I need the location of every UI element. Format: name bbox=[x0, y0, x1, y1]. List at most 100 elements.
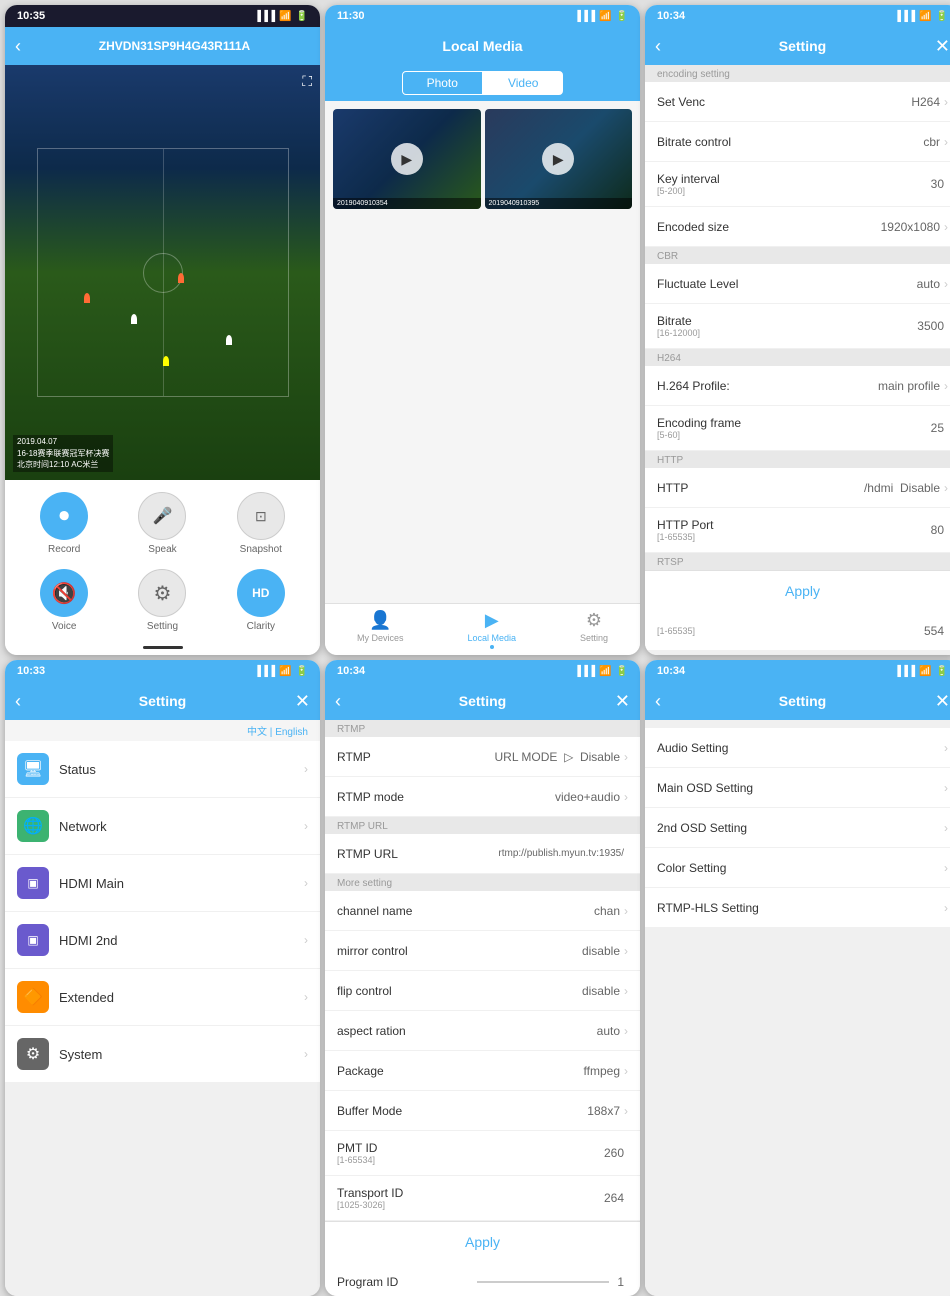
rtmp-row[interactable]: RTMP URL MODE ▷ Disable › bbox=[325, 737, 640, 777]
play-button-2[interactable]: ▶ bbox=[542, 143, 574, 175]
status-icons-1: ▐▐▐ 📶 🔋 bbox=[254, 11, 308, 22]
menu-hdmi-2nd[interactable]: ▣ HDMI 2nd › bbox=[5, 912, 320, 969]
color-close-icon[interactable]: ✕ bbox=[926, 691, 950, 712]
rtsp-port-label: [1-65535] bbox=[657, 626, 924, 636]
rtmp-hls-row[interactable]: RTMP-HLS Setting › bbox=[645, 888, 950, 928]
menu-system[interactable]: ⚙ System › bbox=[5, 1026, 320, 1083]
status-icons-2: ▐▐▐ 📶 🔋 bbox=[574, 11, 628, 22]
menu-network[interactable]: 🌐 Network › bbox=[5, 798, 320, 855]
apply-button-3[interactable]: Apply bbox=[645, 570, 950, 611]
set-venc-value: H264 bbox=[911, 95, 940, 109]
flip-control-row[interactable]: flip control disable › bbox=[325, 971, 640, 1011]
status-time-2: 11:30 bbox=[337, 10, 365, 22]
color-settings-list: Audio Setting › Main OSD Setting › 2nd O… bbox=[645, 720, 950, 1296]
rtsp-section-label: RTSP bbox=[645, 553, 950, 570]
status-bar-6: 10:34 ▐▐▐ 📶 🔋 bbox=[645, 660, 950, 682]
pmt-id-row[interactable]: PMT ID [1-65534] 260 bbox=[325, 1131, 640, 1176]
http-row[interactable]: HTTP /hdmi Disable › bbox=[645, 468, 950, 508]
h264-profile-row[interactable]: H.264 Profile: main profile › bbox=[645, 366, 950, 406]
program-id-row[interactable]: Program ID 1 bbox=[325, 1262, 640, 1296]
bitrate-control-chevron: › bbox=[944, 135, 948, 149]
settings-close-icon[interactable]: ✕ bbox=[286, 691, 310, 712]
rtmp-section-label: RTMP bbox=[325, 720, 640, 737]
fluctuate-row[interactable]: Fluctuate Level auto › bbox=[645, 264, 950, 304]
rtmp-mode-value: video+audio bbox=[555, 790, 620, 804]
rtmp-value: URL MODE ▷ Disable bbox=[495, 750, 620, 764]
program-id-slider[interactable] bbox=[477, 1281, 609, 1283]
rtmp-mode-row[interactable]: RTMP mode video+audio › bbox=[325, 777, 640, 817]
settings-back-icon[interactable]: ‹ bbox=[15, 691, 39, 712]
bottom-indicator bbox=[5, 642, 320, 655]
menu-status[interactable]: 🖥 Status › bbox=[5, 741, 320, 798]
http-label: HTTP bbox=[657, 481, 864, 495]
encoded-size-row[interactable]: Encoded size 1920x1080 › bbox=[645, 207, 950, 247]
voice-control[interactable]: 🔇 Voice bbox=[40, 569, 88, 632]
package-chevron: › bbox=[624, 1064, 628, 1078]
back-icon[interactable]: ‹ bbox=[15, 36, 39, 57]
key-interval-value: 30 bbox=[931, 177, 944, 191]
program-id-value: 1 bbox=[617, 1275, 624, 1289]
nav-local-media-2[interactable]: ▶ Local Media bbox=[467, 610, 516, 649]
record-button[interactable]: ⏺ bbox=[40, 492, 88, 540]
set-venc-row[interactable]: Set Venc H264 › bbox=[645, 82, 950, 122]
clarity-control[interactable]: HD Clarity bbox=[237, 569, 285, 632]
menu-hdmi-main[interactable]: ▣ HDMI Main › bbox=[5, 855, 320, 912]
mirror-control-row[interactable]: mirror control disable › bbox=[325, 931, 640, 971]
menu-extended[interactable]: 🔶 Extended › bbox=[5, 969, 320, 1026]
bitrate-row[interactable]: Bitrate [16-12000] 3500 bbox=[645, 304, 950, 349]
http-section-label: HTTP bbox=[645, 451, 950, 468]
buffer-mode-label: Buffer Mode bbox=[337, 1104, 587, 1118]
channel-name-row[interactable]: channel name chan › bbox=[325, 891, 640, 931]
nav-setting-label-2: Setting bbox=[580, 633, 608, 643]
bitrate-control-row[interactable]: Bitrate control cbr › bbox=[645, 122, 950, 162]
transport-id-label: Transport ID [1025-3026] bbox=[337, 1186, 604, 1210]
speak-button[interactable]: 🎤 bbox=[138, 492, 186, 540]
rtmp-mode-chevron: › bbox=[624, 790, 628, 804]
rtsp-port-row[interactable]: [1-65535] 554 bbox=[645, 611, 950, 651]
rtmp-url-row[interactable]: RTMP URL rtmp://publish.myun.tv:1935/ bbox=[325, 834, 640, 874]
encoding-back-icon[interactable]: ‹ bbox=[655, 36, 679, 57]
package-row[interactable]: Package ffmpeg › bbox=[325, 1051, 640, 1091]
record-label: Record bbox=[48, 544, 80, 555]
network-chevron: › bbox=[304, 819, 308, 833]
setting-control[interactable]: ⚙ Setting bbox=[138, 569, 186, 632]
snapshot-button[interactable]: ⊡ bbox=[237, 492, 285, 540]
snapshot-control[interactable]: ⊡ Snapshot bbox=[237, 492, 285, 555]
setting-button[interactable]: ⚙ bbox=[138, 569, 186, 617]
nav-setting-2[interactable]: ⚙ Setting bbox=[580, 610, 608, 649]
tab-photo[interactable]: Photo bbox=[402, 71, 483, 95]
voice-button[interactable]: 🔇 bbox=[40, 569, 88, 617]
tab-video[interactable]: Video bbox=[483, 71, 563, 95]
lang-en[interactable]: English bbox=[275, 727, 308, 738]
speak-control[interactable]: 🎤 Speak bbox=[138, 492, 186, 555]
rtmp-title: Setting bbox=[359, 693, 606, 709]
apply-button-5[interactable]: Apply bbox=[325, 1221, 640, 1262]
media-thumb-2[interactable]: ▶ 2019040910395 bbox=[485, 109, 633, 209]
local-media-icon: ▶ bbox=[485, 610, 499, 631]
transport-id-row[interactable]: Transport ID [1025-3026] 264 bbox=[325, 1176, 640, 1221]
media-thumb-1[interactable]: ▶ 2019040910354 bbox=[333, 109, 481, 209]
record-control[interactable]: ⏺ Record bbox=[40, 492, 88, 555]
rtmp-back-icon[interactable]: ‹ bbox=[335, 691, 359, 712]
play-button-1[interactable]: ▶ bbox=[391, 143, 423, 175]
http-port-row[interactable]: HTTP Port [1-65535] 80 bbox=[645, 508, 950, 553]
cbr-section-label: CBR bbox=[645, 247, 950, 264]
encoding-frame-row[interactable]: Encoding frame [5-60] 25 bbox=[645, 406, 950, 451]
expand-icon[interactable]: ⛶ bbox=[302, 73, 312, 90]
color-setting-row[interactable]: Color Setting › bbox=[645, 848, 950, 888]
clarity-button[interactable]: HD bbox=[237, 569, 285, 617]
key-interval-row[interactable]: Key interval [5-200] 30 bbox=[645, 162, 950, 207]
aspect-ratio-row[interactable]: aspect ration auto › bbox=[325, 1011, 640, 1051]
media-grid: ▶ 2019040910354 ▶ 2019040910395 bbox=[325, 101, 640, 360]
2nd-osd-row[interactable]: 2nd OSD Setting › bbox=[645, 808, 950, 848]
encoding-close-icon[interactable]: ✕ bbox=[926, 36, 950, 57]
buffer-mode-row[interactable]: Buffer Mode 188x7 › bbox=[325, 1091, 640, 1131]
main-osd-row[interactable]: Main OSD Setting › bbox=[645, 768, 950, 808]
color-back-icon[interactable]: ‹ bbox=[655, 691, 679, 712]
color-setting-title: Setting bbox=[679, 693, 926, 709]
audio-setting-row[interactable]: Audio Setting › bbox=[645, 728, 950, 768]
rtmp-url-section: RTMP URL bbox=[325, 817, 640, 834]
nav-my-devices-2[interactable]: 👤 My Devices bbox=[357, 610, 404, 649]
rtmp-close-icon[interactable]: ✕ bbox=[606, 691, 630, 712]
lang-zh[interactable]: 中文 bbox=[247, 727, 267, 738]
